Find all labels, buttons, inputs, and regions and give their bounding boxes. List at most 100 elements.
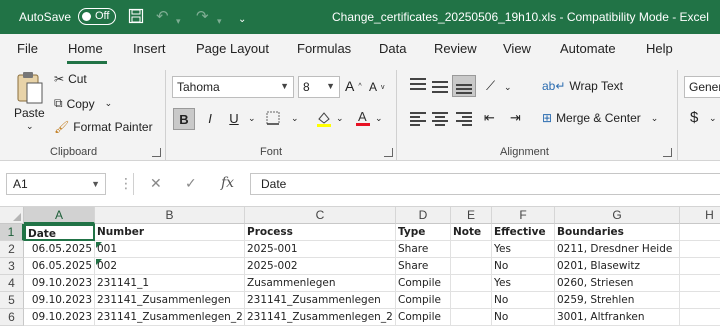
cell-effective[interactable]: Yes [492, 275, 555, 292]
cell-boundaries[interactable]: 3001, Altfranken [555, 309, 680, 326]
copy-button[interactable]: ⧉ Copy ⌄ [54, 96, 112, 111]
merge-dropdown-icon[interactable]: ⌄ [651, 113, 659, 124]
cell-type[interactable]: Compile [396, 309, 451, 326]
autosave-toggle[interactable]: Off [78, 8, 116, 25]
column-header-h[interactable]: H [680, 207, 720, 224]
tab-review[interactable]: Review [434, 41, 477, 56]
enter-icon[interactable]: ✓ [185, 175, 197, 192]
save-icon[interactable] [128, 8, 144, 28]
cell-effective[interactable]: No [492, 309, 555, 326]
cell-process[interactable]: Zusammenlegen [245, 275, 396, 292]
cell-empty[interactable] [680, 224, 720, 241]
cell-number[interactable]: 231141_Zusammenlegen [95, 292, 245, 309]
cell-type[interactable]: Compile [396, 275, 451, 292]
cell-number[interactable]: Number [95, 224, 245, 241]
alignment-launcher-icon[interactable] [663, 148, 672, 157]
cell-effective[interactable]: Effective [492, 224, 555, 241]
cell-boundaries[interactable]: 0259, Strehlen [555, 292, 680, 309]
cell-effective[interactable]: No [492, 258, 555, 275]
cell-date[interactable]: 09.10.2023 [24, 309, 95, 326]
decrease-font-icon[interactable]: Av [369, 80, 385, 94]
cell-empty[interactable] [680, 241, 720, 258]
increase-indent-icon[interactable]: ⇥ [510, 110, 521, 126]
currency-icon[interactable]: $ [690, 109, 698, 126]
cell-empty[interactable] [680, 292, 720, 309]
tab-view[interactable]: View [503, 41, 531, 56]
column-header-f[interactable]: F [492, 207, 555, 224]
column-header-a[interactable]: A [24, 207, 95, 224]
tab-home[interactable]: Home [68, 41, 103, 56]
row-header[interactable]: 5 [0, 292, 24, 309]
cell-empty[interactable] [680, 258, 720, 275]
customize-toolbar-icon[interactable]: ⌄ [238, 11, 246, 28]
cell-note[interactable] [451, 275, 492, 292]
orientation-dropdown-icon[interactable]: ⌄ [504, 82, 512, 93]
cell-type[interactable]: Type [396, 224, 451, 241]
cell-number[interactable]: 002 [95, 258, 245, 275]
paste-button[interactable]: Paste [14, 106, 45, 120]
insert-function-icon[interactable]: fx [221, 175, 234, 191]
row-header[interactable]: 6 [0, 309, 24, 326]
cell-empty[interactable] [680, 309, 720, 326]
font-color-icon[interactable]: A [354, 108, 372, 128]
cell-type[interactable]: Compile [396, 292, 451, 309]
bottom-align-button[interactable] [452, 75, 476, 97]
cell-process[interactable]: 2025-001 [245, 241, 396, 258]
cell-number[interactable]: 001 [95, 241, 245, 258]
column-header-d[interactable]: D [396, 207, 451, 224]
row-header[interactable]: 2 [0, 241, 24, 258]
cell-number[interactable]: 231141_1 [95, 275, 245, 292]
column-header-e[interactable]: E [451, 207, 492, 224]
undo-dropdown-icon[interactable]: ▾ [176, 13, 181, 30]
cell-effective[interactable]: No [492, 292, 555, 309]
cell-date[interactable]: 09.10.2023 [24, 292, 95, 309]
cell-date[interactable]: 09.10.2023 [24, 275, 95, 292]
borders-icon[interactable] [266, 111, 280, 125]
cell-boundaries[interactable]: Boundaries [555, 224, 680, 241]
align-right-icon[interactable] [456, 112, 472, 126]
name-box[interactable]: A1 ▼ [6, 173, 106, 195]
tab-file[interactable]: File [17, 41, 38, 56]
undo-icon[interactable]: ↶ [156, 8, 169, 25]
cell-type[interactable]: Share [396, 241, 451, 258]
format-painter-button[interactable]: 🖌 Format Painter [54, 120, 153, 134]
font-launcher-icon[interactable] [384, 148, 393, 157]
fill-color-icon[interactable] [315, 110, 333, 128]
paste-icon[interactable] [14, 70, 46, 106]
underline-dropdown-icon[interactable]: ⌄ [248, 113, 256, 124]
italic-button[interactable]: I [199, 108, 221, 130]
cell-boundaries[interactable]: 0201, Blasewitz [555, 258, 680, 275]
align-left-icon[interactable] [410, 112, 426, 126]
clipboard-launcher-icon[interactable] [152, 148, 161, 157]
cell-boundaries[interactable]: 0211, Dresdner Heide [555, 241, 680, 258]
cut-button[interactable]: ✂ Cut [54, 72, 87, 86]
formula-input[interactable]: Date [250, 173, 720, 195]
cell-note[interactable] [451, 258, 492, 275]
underline-button[interactable]: U [223, 108, 245, 130]
borders-dropdown-icon[interactable]: ⌄ [291, 113, 299, 124]
tab-page-layout[interactable]: Page Layout [196, 41, 269, 56]
redo-icon[interactable]: ↷ [196, 8, 209, 25]
paste-dropdown-icon[interactable]: ⌄ [26, 121, 34, 132]
tab-automate[interactable]: Automate [560, 41, 616, 56]
select-all-corner[interactable] [0, 207, 24, 224]
cell-note[interactable] [451, 292, 492, 309]
orientation-icon[interactable]: ⟋ [486, 78, 495, 94]
cancel-icon[interactable]: ✕ [150, 175, 162, 192]
error-indicator-icon[interactable] [96, 259, 102, 265]
cell-note[interactable] [451, 241, 492, 258]
top-align-icon[interactable] [410, 78, 426, 92]
cell-process[interactable]: Process [245, 224, 396, 241]
number-format-select[interactable]: Gener [684, 76, 720, 98]
cell-note[interactable]: Note [451, 224, 492, 241]
currency-dropdown-icon[interactable]: ⌄ [709, 113, 717, 124]
tab-data[interactable]: Data [379, 41, 406, 56]
merge-center-button[interactable]: ⊞ Merge & Center ⌄ [542, 111, 658, 125]
bold-button[interactable]: B [173, 108, 195, 130]
cell-date[interactable]: 06.05.2025 [24, 258, 95, 275]
wrap-text-button[interactable]: ab↵ Wrap Text [542, 79, 623, 93]
cell-process[interactable]: 231141_Zusammenlegen [245, 292, 396, 309]
align-center-icon[interactable] [432, 112, 448, 126]
row-header[interactable]: 3 [0, 258, 24, 275]
error-indicator-icon[interactable] [96, 242, 102, 248]
